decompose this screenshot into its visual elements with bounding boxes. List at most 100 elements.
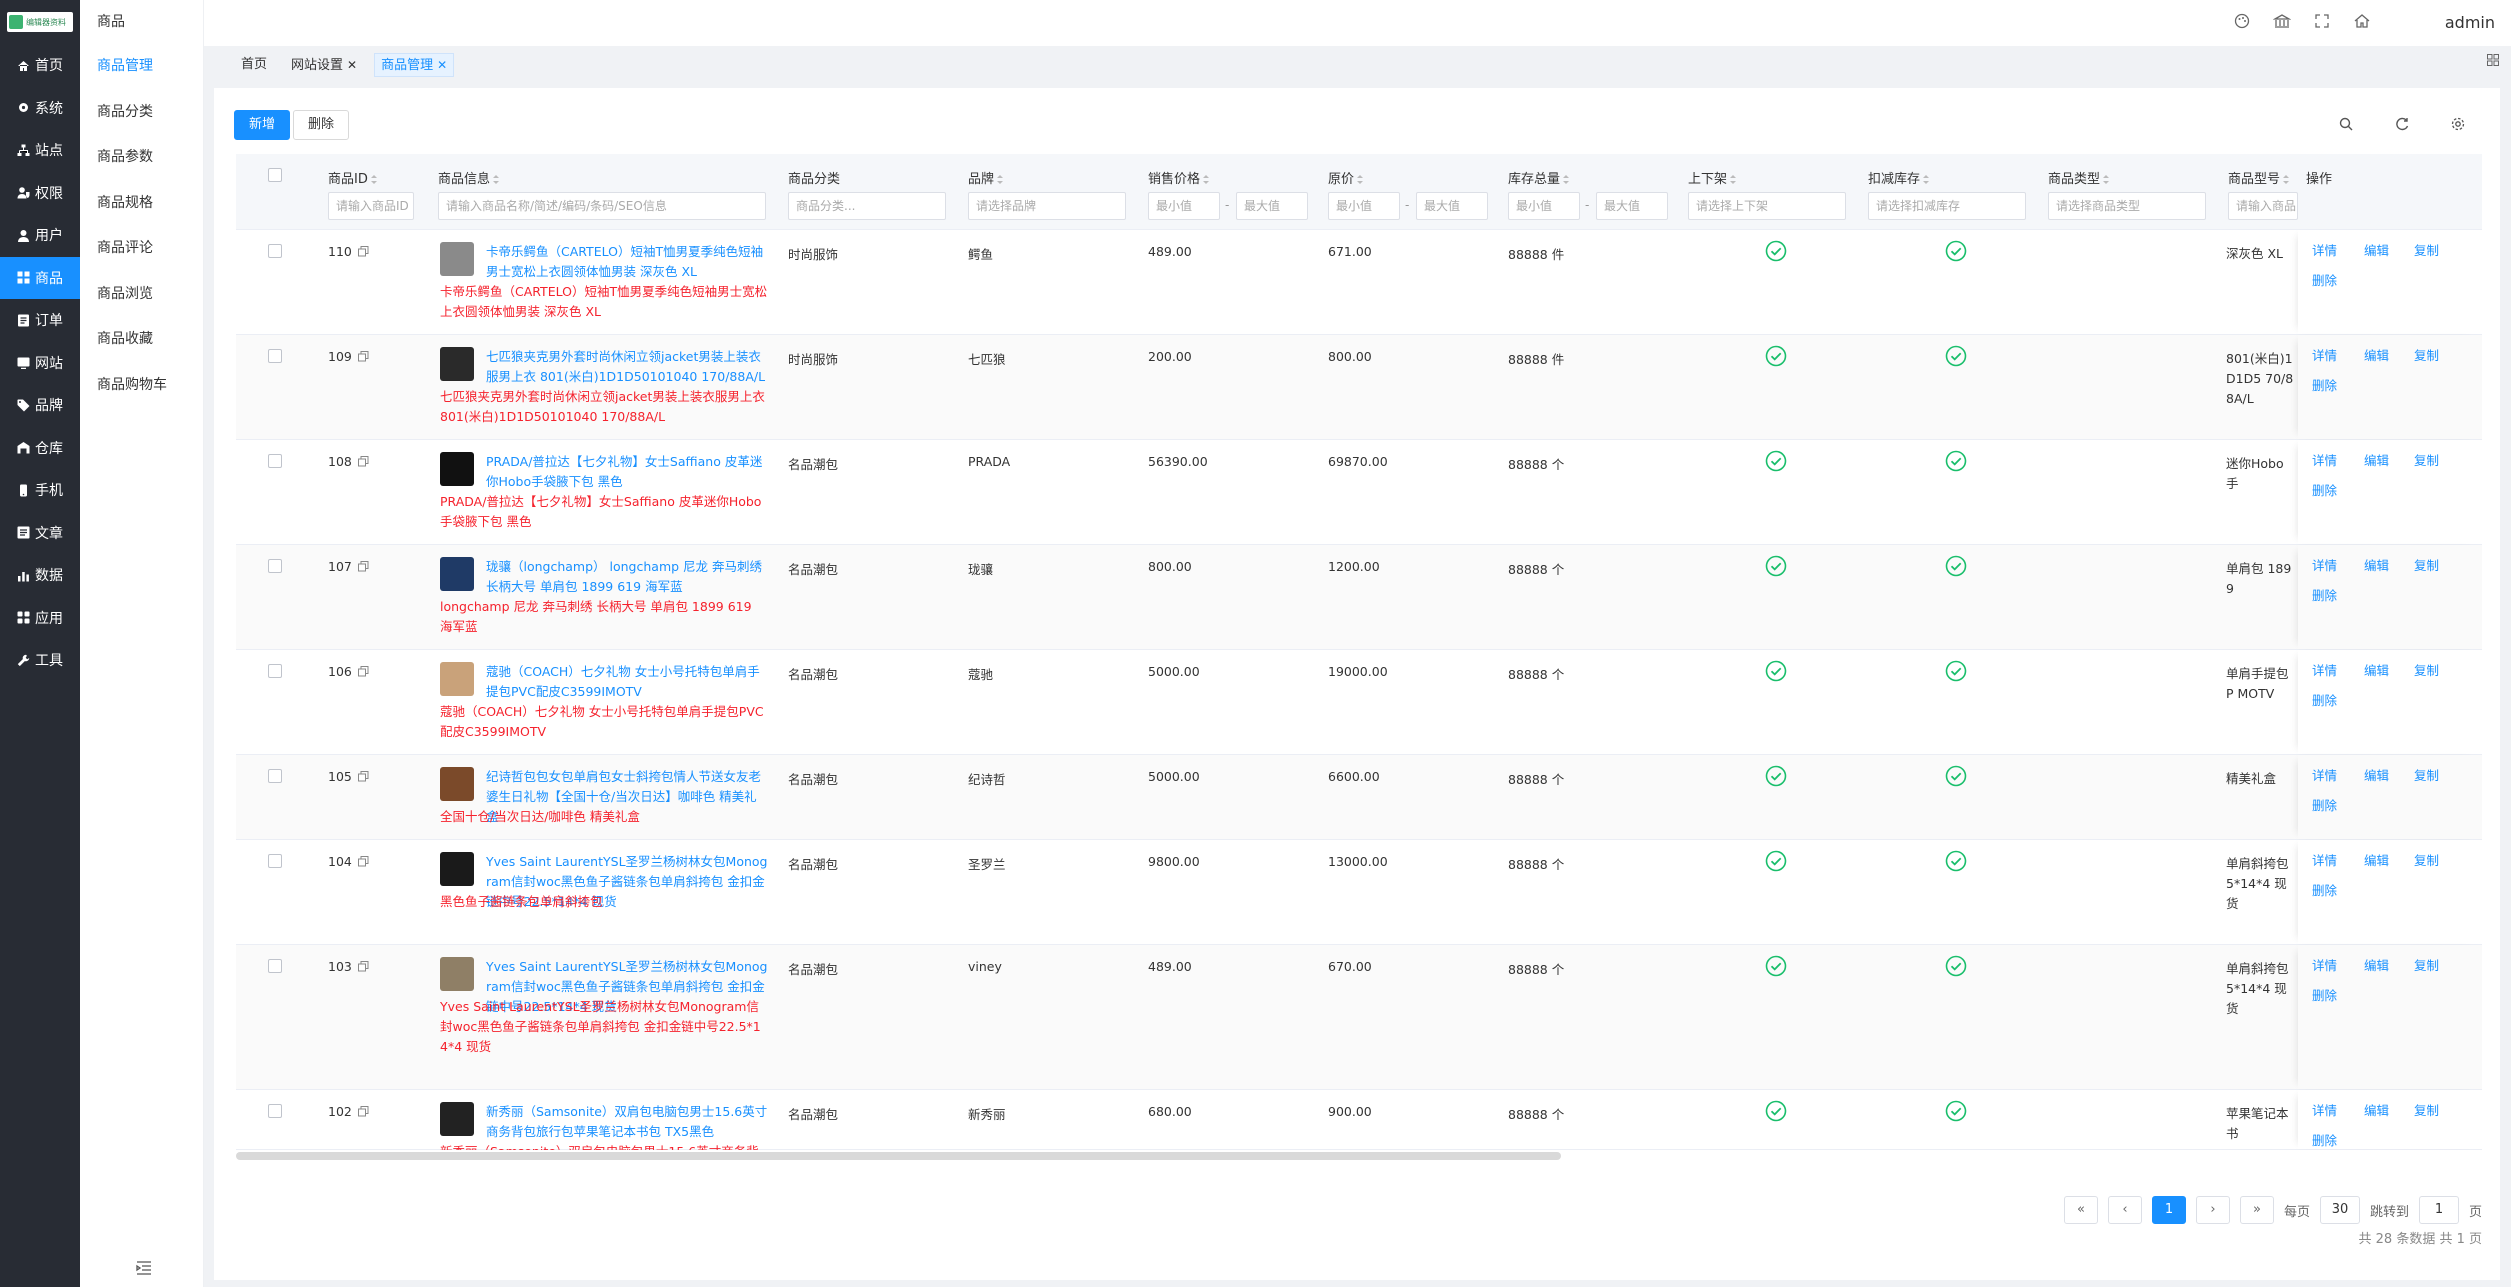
shelf-check-icon[interactable] (1765, 1100, 1787, 1122)
jump-page-input[interactable]: 1 (2418, 1196, 2459, 1224)
copy-icon[interactable] (358, 771, 369, 782)
row-checkbox[interactable] (268, 559, 282, 573)
filter-id-input[interactable]: 请输入商品ID (328, 192, 414, 220)
next-page-button[interactable]: › (2195, 1196, 2230, 1224)
filter-orig-max-input[interactable]: 最大值 (1416, 192, 1488, 220)
prev-page-button[interactable]: ‹ (2107, 1196, 2142, 1224)
row-checkbox[interactable] (268, 1104, 282, 1118)
shelf-check-icon[interactable] (1765, 450, 1787, 472)
home-icon[interactable] (2353, 12, 2371, 30)
edit-link[interactable]: 编辑 (2364, 450, 2389, 469)
sidebar-item-11[interactable]: 文章 (0, 512, 80, 555)
deduct-check-icon[interactable] (1945, 555, 1967, 577)
product-thumbnail[interactable] (440, 557, 474, 591)
table-row[interactable]: 110 卡帝乐鳄鱼（CARTELO）短袖T恤男夏季纯色短袖男士宽松上衣圆领体恤男装… (236, 230, 2482, 335)
collapse-menu-icon[interactable] (136, 1261, 152, 1275)
copy-link[interactable]: 复制 (2414, 850, 2439, 869)
filter-orig-min-input[interactable]: 最小值 (1328, 192, 1400, 220)
detail-link[interactable]: 详情 (2312, 765, 2337, 784)
row-checkbox[interactable] (268, 454, 282, 468)
filter-category-select[interactable]: 商品分类... (788, 192, 946, 220)
filter-model-input[interactable]: 请输入商品 (2228, 192, 2298, 220)
sub-menu-item[interactable]: 商品评论 (80, 226, 203, 272)
product-thumbnail[interactable] (440, 767, 474, 801)
shelf-check-icon[interactable] (1765, 765, 1787, 787)
table-row[interactable]: 102 新秀丽（Samsonite）双肩包电脑包男士15.6英寸商务背包旅行包苹果… (236, 1090, 2482, 1150)
edit-link[interactable]: 编辑 (2364, 240, 2389, 259)
bank-icon[interactable] (2273, 12, 2291, 30)
sidebar-item-10[interactable]: 手机 (0, 469, 80, 512)
sidebar-item-2[interactable]: 站点 (0, 129, 80, 172)
filter-type-select[interactable]: 请选择商品类型 (2048, 192, 2206, 220)
product-thumbnail[interactable] (440, 347, 474, 381)
sidebar-item-5[interactable]: 商品 (0, 256, 80, 299)
delete-link[interactable]: 删除 (2312, 795, 2337, 814)
copy-icon[interactable] (358, 666, 369, 677)
edit-link[interactable]: 编辑 (2364, 1100, 2389, 1119)
horizontal-scrollbar[interactable] (236, 1152, 1561, 1160)
filter-info-input[interactable]: 请输入商品名称/简述/编码/条码/SEO信息 (438, 192, 766, 220)
product-name-link[interactable]: 卡帝乐鳄鱼（CARTELO）短袖T恤男夏季纯色短袖男士宽松上衣圆领体恤男装 深灰… (486, 242, 768, 282)
copy-link[interactable]: 复制 (2414, 555, 2439, 574)
search-icon[interactable] (2338, 116, 2354, 132)
detail-link[interactable]: 详情 (2312, 345, 2337, 364)
sort-icon[interactable] (1203, 175, 1210, 184)
sub-menu-item[interactable]: 商品分类 (80, 90, 203, 136)
edit-link[interactable]: 编辑 (2364, 955, 2389, 974)
sidebar-item-6[interactable]: 订单 (0, 299, 80, 342)
product-name-link[interactable]: PRADA/普拉达【七夕礼物】女士Saffiano 皮革迷你Hobo手袋腋下包 … (486, 452, 768, 492)
settings-icon[interactable] (2450, 116, 2466, 132)
filter-sale-min-input[interactable]: 最小值 (1148, 192, 1220, 220)
detail-link[interactable]: 详情 (2312, 1100, 2337, 1119)
edit-link[interactable]: 编辑 (2364, 850, 2389, 869)
header-model[interactable]: 商品型号 (2228, 168, 2290, 187)
copy-icon[interactable] (358, 961, 369, 972)
row-checkbox[interactable] (268, 664, 282, 678)
edit-link[interactable]: 编辑 (2364, 555, 2389, 574)
product-name-link[interactable]: 七匹狼夹克男外套时尚休闲立领jacket男装上装衣服男上衣 801(米白)1D1… (486, 347, 768, 387)
tabs-menu-icon[interactable] (2487, 54, 2499, 66)
row-checkbox[interactable] (268, 854, 282, 868)
sub-menu-item[interactable]: 商品购物车 (80, 363, 203, 409)
filter-stock-max-input[interactable]: 最大值 (1596, 192, 1668, 220)
edit-link[interactable]: 编辑 (2364, 345, 2389, 364)
close-icon[interactable]: ✕ (347, 58, 357, 72)
product-thumbnail[interactable] (440, 1102, 474, 1136)
sort-icon[interactable] (2103, 175, 2110, 184)
sidebar-item-9[interactable]: 仓库 (0, 427, 80, 470)
table-row[interactable]: 108 PRADA/普拉达【七夕礼物】女士Saffiano 皮革迷你Hobo手袋腋… (236, 440, 2482, 545)
product-thumbnail[interactable] (440, 957, 474, 991)
filter-brand-select[interactable]: 请选择品牌 (968, 192, 1126, 220)
copy-link[interactable]: 复制 (2414, 765, 2439, 784)
select-all-checkbox[interactable] (268, 168, 282, 182)
tab-item[interactable]: 网站设置 ✕ (284, 53, 364, 77)
header-brand[interactable]: 品牌 (968, 168, 1004, 187)
detail-link[interactable]: 详情 (2312, 850, 2337, 869)
deduct-check-icon[interactable] (1945, 1100, 1967, 1122)
copy-link[interactable]: 复制 (2414, 955, 2439, 974)
sub-menu-item[interactable]: 商品规格 (80, 181, 203, 227)
sidebar-item-4[interactable]: 用户 (0, 214, 80, 257)
filter-sale-max-input[interactable]: 最大值 (1236, 192, 1308, 220)
sidebar-item-13[interactable]: 应用 (0, 597, 80, 640)
delete-link[interactable]: 删除 (2312, 480, 2337, 499)
shelf-check-icon[interactable] (1765, 660, 1787, 682)
sub-menu-item[interactable]: 商品参数 (80, 135, 203, 181)
copy-link[interactable]: 复制 (2414, 345, 2439, 364)
deduct-check-icon[interactable] (1945, 955, 1967, 977)
header-info[interactable]: 商品信息 (438, 168, 500, 187)
sort-icon[interactable] (1923, 175, 1930, 184)
copy-icon[interactable] (358, 351, 369, 362)
header-id[interactable]: 商品ID (328, 168, 377, 187)
sort-icon[interactable] (2283, 175, 2290, 184)
row-checkbox[interactable] (268, 244, 282, 258)
table-row[interactable]: 103 Yves Saint LaurentYSL圣罗兰杨树林女包Monogram… (236, 945, 2482, 1090)
sub-menu-item[interactable]: 商品浏览 (80, 272, 203, 318)
detail-link[interactable]: 详情 (2312, 955, 2337, 974)
copy-icon[interactable] (358, 856, 369, 867)
copy-icon[interactable] (358, 246, 369, 257)
sort-icon[interactable] (1563, 175, 1570, 184)
delete-link[interactable]: 删除 (2312, 375, 2337, 394)
sidebar-item-8[interactable]: 品牌 (0, 384, 80, 427)
table-row[interactable]: 106 蔻驰（COACH）七夕礼物 女士小号托特包单肩手提包PVC配皮C3599I… (236, 650, 2482, 755)
